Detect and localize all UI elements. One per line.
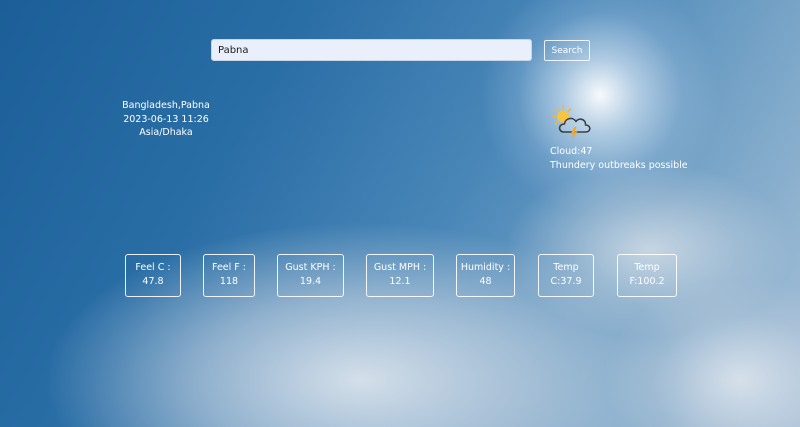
stat-card-gust-mph: Gust MPH : 12.1 — [366, 254, 434, 297]
stat-value: F:100.2 — [629, 276, 665, 287]
stat-label: Feel C : — [135, 262, 171, 273]
stat-card-temp-c: Temp C:37.9 — [538, 254, 594, 297]
stat-label: Temp — [553, 262, 579, 273]
stat-card-feel-c: Feel C : 47.8 — [125, 254, 181, 297]
stat-label: Humidity : — [460, 262, 511, 273]
search-input[interactable] — [211, 39, 532, 61]
condition-text: Thundery outbreaks possible — [550, 159, 688, 171]
current-condition: Cloud:47 Thundery outbreaks possible — [550, 145, 688, 172]
stat-card-gust-kph: Gust KPH : 19.4 — [277, 254, 344, 297]
local-datetime: 2023-06-13 11:26 — [123, 113, 209, 125]
stat-card-feel-f: Feel F : 118 — [203, 254, 255, 297]
stat-card-humidity: Humidity : 48 — [456, 254, 515, 297]
thunder-sun-cloud-icon — [552, 104, 591, 140]
stat-label: Temp — [634, 262, 660, 273]
stat-card-temp-f: Temp F:100.2 — [617, 254, 677, 297]
stat-label: Feel F : — [212, 262, 246, 273]
location-name: Bangladesh,Pabna — [122, 100, 210, 111]
stat-value: 12.1 — [389, 276, 411, 287]
stat-value: 118 — [219, 276, 239, 287]
stat-label: Gust KPH : — [285, 262, 336, 273]
timezone: Asia/Dhaka — [139, 127, 193, 138]
stat-value: 19.4 — [299, 276, 322, 287]
search-button[interactable]: Search — [544, 40, 590, 61]
cloud-value: Cloud:47 — [550, 146, 593, 157]
stat-label: Gust MPH : — [373, 262, 427, 273]
stat-value: 48 — [479, 276, 492, 287]
location-info: Bangladesh,Pabna 2023-06-13 11:26 Asia/D… — [118, 99, 214, 140]
stat-value: 47.8 — [142, 276, 164, 287]
stat-value: C:37.9 — [550, 276, 582, 287]
